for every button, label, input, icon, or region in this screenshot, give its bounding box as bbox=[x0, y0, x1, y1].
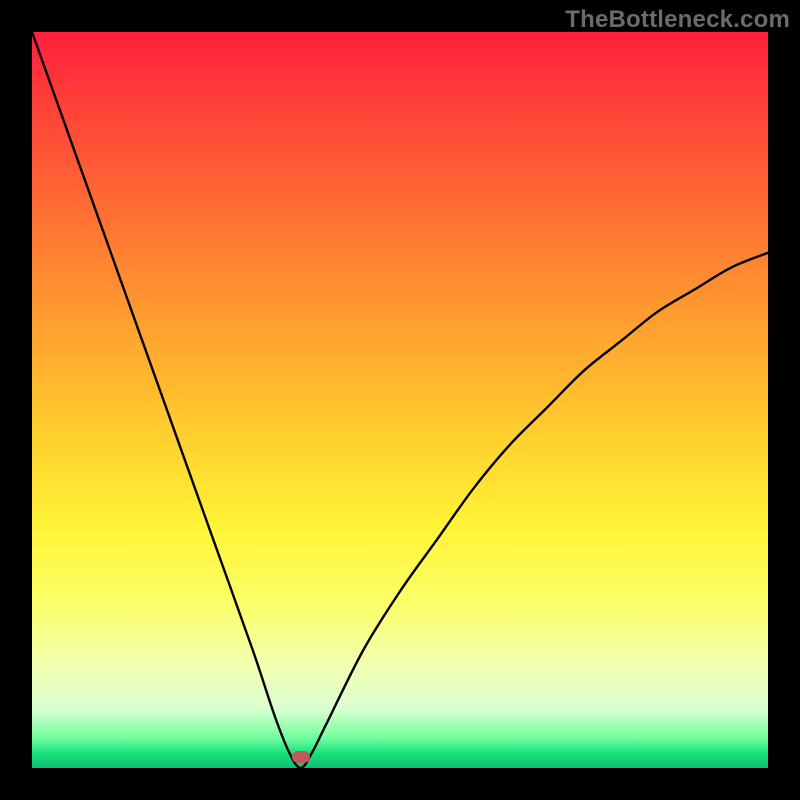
optimum-marker bbox=[292, 751, 310, 763]
plot-area bbox=[32, 32, 768, 768]
bottleneck-curve-path bbox=[32, 32, 768, 768]
watermark-text: TheBottleneck.com bbox=[565, 6, 790, 34]
curve-svg bbox=[32, 32, 768, 768]
chart-frame: TheBottleneck.com bbox=[0, 0, 800, 800]
